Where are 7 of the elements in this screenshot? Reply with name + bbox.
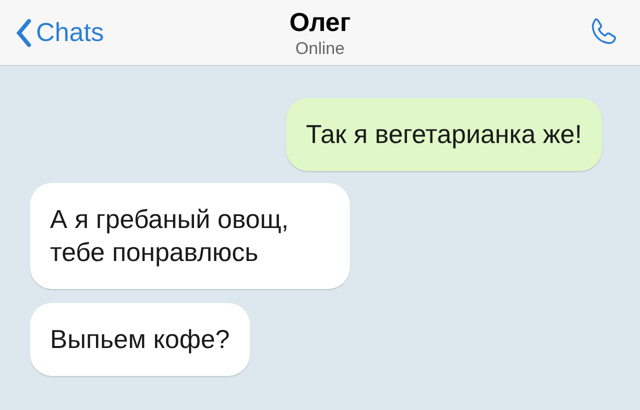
back-button[interactable]: Chats: [16, 13, 104, 52]
back-icon: [16, 18, 32, 48]
chat-title: Олег: [289, 6, 351, 38]
outgoing-message: Так я вегетарианка же!: [286, 98, 602, 171]
status-text: Online: [295, 38, 345, 60]
incoming-message: Выпьем кофе?: [30, 303, 250, 376]
incoming-message: А я гребаный овощ, тебе понравлюсь: [30, 183, 350, 289]
